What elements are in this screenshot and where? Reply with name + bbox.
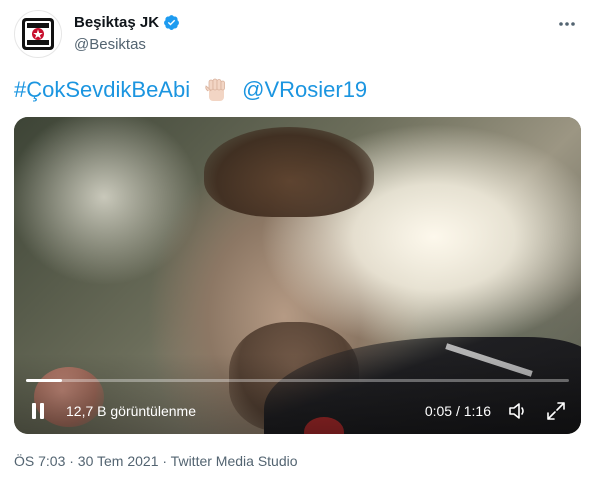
video-frame-hair [204,127,374,217]
display-name[interactable]: Beşiktaş JK [74,14,159,31]
controls-shade [14,354,581,434]
pause-icon [32,403,44,419]
hashtag-link[interactable]: #ÇokSevdikBeAbi [14,76,190,104]
tweet-card: Beşiktaş JK @Besiktas #ÇokSevdikBeAbi @V… [0,0,591,482]
handle[interactable]: @Besiktas [74,36,180,53]
video-player[interactable]: 12,7 B görüntülenme 0:05 / 1:16 [14,117,581,434]
video-progress-fill [26,379,62,382]
besiktas-crest-icon [22,18,54,50]
video-time: 0:05 / 1:16 [424,403,491,419]
volume-icon [509,403,524,419]
avatar[interactable] [14,10,62,58]
volume-button[interactable] [507,400,529,422]
view-count: 12,7 B görüntülenme [66,403,196,419]
fullscreen-button[interactable] [545,400,567,422]
raised-fist-emoji-icon [205,78,226,101]
video-progress-bar[interactable] [26,379,569,382]
tweet-timestamp[interactable]: ÖS 7:03 · 30 Tem 2021 · Twitter Media St… [14,453,298,469]
pause-button[interactable] [30,400,46,422]
more-horizontal-icon [559,22,575,26]
fullscreen-icon [547,402,565,420]
mention-link[interactable]: @VRosier19 [242,76,367,104]
tweet-text: #ÇokSevdikBeAbi @VRosier19 [14,76,367,104]
more-options-button[interactable] [557,14,577,34]
verified-badge-icon [164,14,179,30]
author-block: Beşiktaş JK @Besiktas [74,12,180,53]
